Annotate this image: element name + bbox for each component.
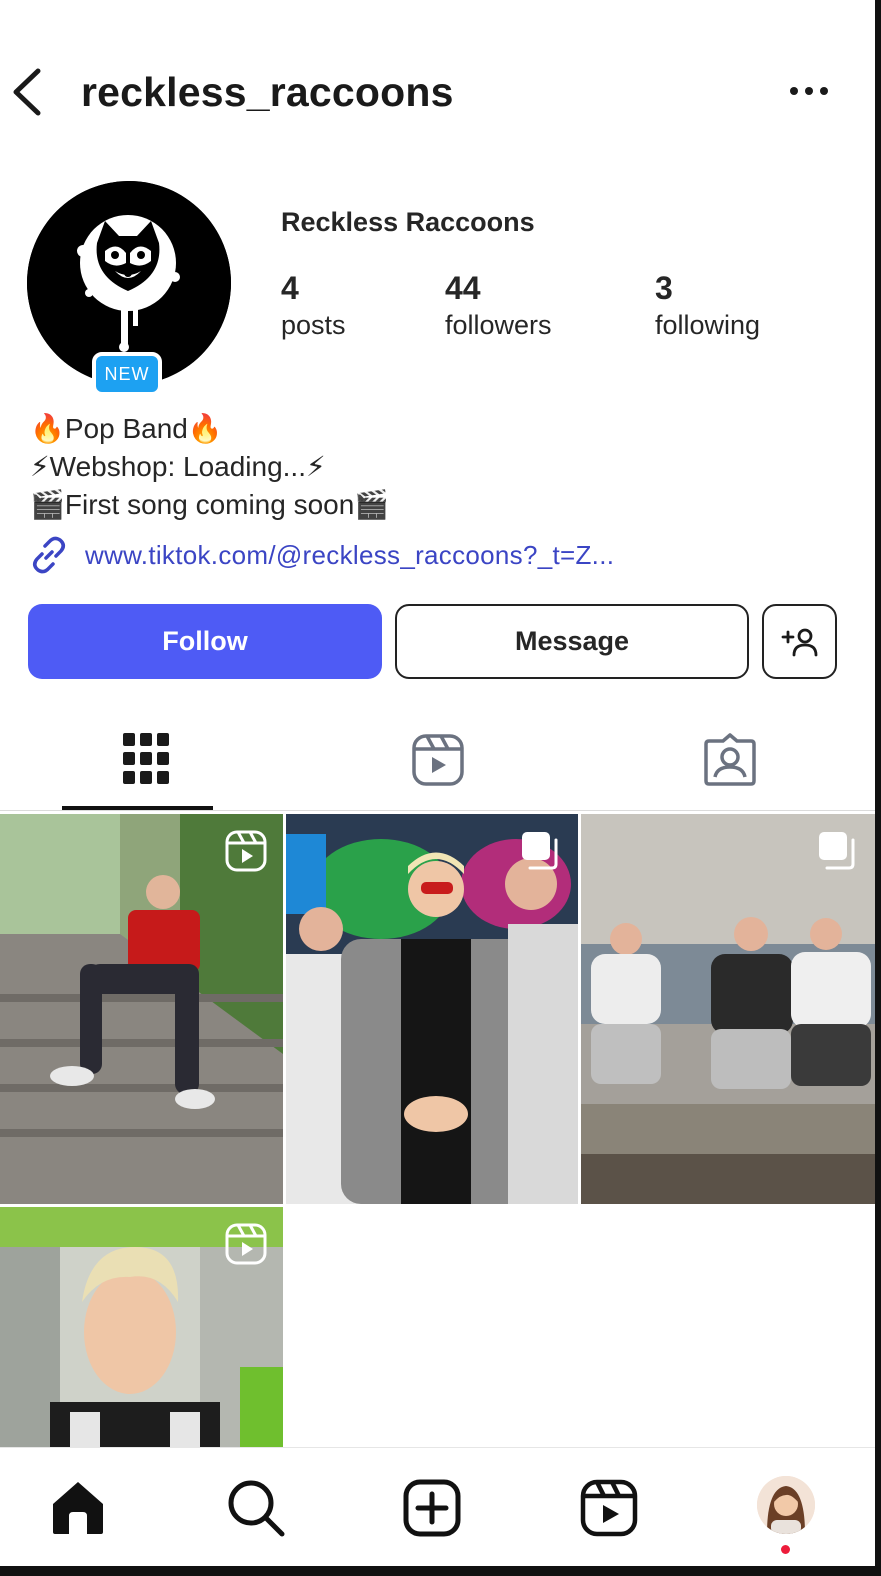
tagged-user-icon	[704, 733, 756, 786]
add-user-button[interactable]	[762, 604, 837, 679]
new-badge: NEW	[92, 352, 162, 396]
profile-tabs	[0, 715, 875, 810]
notification-dot	[781, 1545, 790, 1554]
nav-reels[interactable]	[577, 1476, 641, 1540]
carousel-icon	[819, 832, 855, 870]
carousel-icon	[522, 832, 558, 870]
home-icon	[53, 1482, 103, 1534]
chevron-left-icon[interactable]	[8, 67, 48, 117]
followers-count-value: 44	[445, 270, 481, 306]
followers-count[interactable]: 44 followers	[445, 268, 552, 342]
posts-count[interactable]: 4 posts	[281, 268, 346, 342]
reels-icon	[225, 830, 267, 872]
top-bar: reckless_raccoons	[0, 55, 875, 125]
tab-reels[interactable]	[292, 715, 584, 810]
reels-icon	[580, 1479, 638, 1537]
profile-username: reckless_raccoons	[81, 69, 454, 115]
bio-line: ⚡Webshop: Loading...⚡	[30, 451, 326, 482]
reels-icon	[225, 1223, 267, 1265]
following-count[interactable]: 3 following	[655, 268, 760, 342]
nav-create[interactable]	[400, 1476, 464, 1540]
followers-count-label: followers	[445, 310, 552, 340]
profile-link[interactable]: www.tiktok.com/@reckless_raccoons?_t=Z..…	[28, 533, 614, 577]
bio-line: 🔥Pop Band🔥	[30, 413, 223, 444]
tab-tagged[interactable]	[584, 715, 876, 810]
posts-count-value: 4	[281, 270, 299, 306]
grid-icon	[123, 733, 169, 784]
post-thumbnail[interactable]	[286, 814, 578, 1204]
reels-icon	[412, 734, 464, 786]
profile-avatar-icon	[757, 1476, 815, 1534]
search-icon	[228, 1480, 285, 1537]
display-name: Reckless Raccoons	[281, 207, 535, 237]
post-thumbnail[interactable]	[0, 814, 283, 1204]
following-count-label: following	[655, 310, 761, 340]
bio-line: 🎬First song coming soon🎬	[30, 489, 390, 520]
nav-profile-avatar[interactable]	[757, 1476, 815, 1534]
post-thumbnail[interactable]	[581, 814, 875, 1204]
message-button[interactable]: Message	[395, 604, 749, 679]
post-photo	[581, 814, 875, 1204]
create-icon	[403, 1479, 461, 1537]
bottom-navigation	[0, 1447, 875, 1567]
post-thumbnail[interactable]	[0, 1207, 283, 1447]
screen-bottom-edge	[0, 1566, 881, 1576]
tab-posts-grid[interactable]	[0, 715, 292, 810]
follow-button[interactable]: Follow	[28, 604, 382, 679]
add-user-icon	[781, 628, 817, 656]
tabs-divider	[0, 810, 875, 811]
post-photo	[0, 814, 283, 1204]
profile-bio: 🔥Pop Band🔥 ⚡Webshop: Loading...⚡ 🎬First …	[30, 410, 389, 524]
profile-link-text[interactable]: www.tiktok.com/@reckless_raccoons?_t=Z..…	[85, 540, 614, 571]
post-photo	[286, 814, 578, 1204]
posts-count-label: posts	[281, 310, 346, 340]
nav-search[interactable]	[224, 1476, 288, 1540]
link-icon	[33, 536, 65, 574]
nav-home[interactable]	[46, 1476, 110, 1540]
following-count-value: 3	[655, 270, 673, 306]
more-horizontal-icon[interactable]	[788, 79, 832, 103]
